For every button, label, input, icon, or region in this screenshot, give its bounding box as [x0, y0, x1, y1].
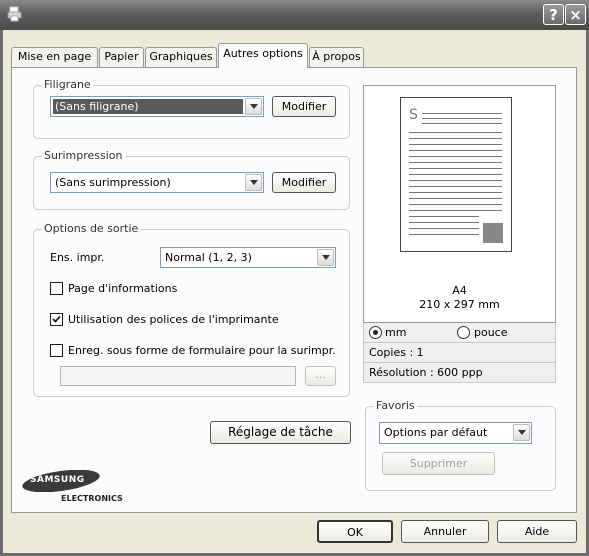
checkmark-icon — [52, 315, 61, 323]
job-settings-button[interactable]: Réglage de tâche — [210, 421, 351, 444]
unit-mm-radio[interactable] — [369, 326, 382, 339]
preview-line — [409, 138, 502, 139]
copies-text: Copies : 1 — [369, 346, 424, 359]
chevron-down-icon[interactable] — [245, 98, 262, 115]
info-page-checkbox[interactable] — [50, 282, 63, 295]
preview-line — [409, 156, 502, 157]
favorites-group: Favoris — [365, 399, 556, 491]
output-options-legend: Options de sortie — [42, 222, 141, 236]
favorites-legend: Favoris — [374, 399, 417, 413]
cancel-button[interactable]: Annuler — [401, 520, 489, 543]
preview-line — [409, 222, 479, 223]
unit-row: mm pouce — [363, 323, 556, 343]
preview-line — [409, 234, 479, 235]
preview-line — [409, 204, 502, 205]
preview-line — [409, 192, 502, 193]
preview-line — [422, 118, 502, 119]
preview-line — [422, 123, 502, 124]
preview-line — [409, 210, 502, 211]
radio-dot — [373, 330, 378, 335]
chevron-down-icon[interactable] — [317, 249, 334, 266]
logo-sub: ELECTRONICS — [61, 494, 123, 503]
preview-line — [422, 113, 502, 114]
preview-line — [409, 174, 502, 175]
chevron-down-icon[interactable] — [513, 424, 530, 441]
watermark-select[interactable]: (Sans filigrane) — [50, 96, 264, 117]
preview-line — [409, 144, 502, 145]
printer-fonts-checkbox[interactable] — [50, 313, 63, 326]
overlay-select-value: (Sans surimpression) — [55, 176, 171, 189]
paper-name: A4 — [452, 284, 467, 297]
overlay-select[interactable]: (Sans surimpression) — [50, 172, 264, 193]
preview-line — [409, 186, 502, 187]
favorites-select-value: Options par défaut — [384, 426, 488, 439]
preview-line — [409, 198, 502, 199]
preview-line — [409, 150, 502, 151]
preview-block — [483, 223, 503, 243]
ok-button[interactable]: OK — [317, 520, 393, 543]
preview-page-letter: S — [409, 107, 418, 123]
preview-line — [409, 228, 479, 229]
delete-favorite-button[interactable]: Supprimer — [382, 452, 495, 475]
printer-fonts-label: Utilisation des polices de l'imprimante — [68, 313, 279, 326]
preview-line — [409, 168, 502, 169]
paper-size: 210 x 297 mm — [419, 298, 500, 311]
resolution-text: Résolution : 600 ppp — [369, 366, 483, 379]
overlay-legend: Surimpression — [42, 149, 125, 163]
chevron-down-icon[interactable] — [245, 174, 262, 191]
watermark-legend: Filigrane — [42, 78, 93, 92]
favorites-select[interactable]: Options par défaut — [379, 422, 532, 444]
resolution-row: Résolution : 600 ppp — [363, 363, 556, 383]
save-form-label: Enreg. sous forme de formulaire pour la … — [68, 344, 336, 357]
samsung-logo: SAMSUNG ELECTRONICS — [21, 469, 123, 503]
copies-row: Copies : 1 — [363, 343, 556, 363]
form-path-input[interactable] — [60, 366, 296, 386]
preview-line — [409, 180, 502, 181]
unit-inch-label: pouce — [474, 326, 508, 339]
print-order-select[interactable]: Normal (1, 2, 3) — [160, 247, 336, 268]
logo-brand: SAMSUNG — [30, 475, 85, 485]
save-form-checkbox[interactable] — [50, 344, 63, 357]
help-button[interactable]: Aide — [497, 520, 577, 543]
page-preview: S A4 210 x 297 mm — [363, 85, 556, 323]
preview-page: S — [400, 97, 512, 252]
info-page-label: Page d'informations — [68, 282, 178, 295]
preview-line — [409, 132, 502, 133]
unit-mm-label: mm — [385, 326, 407, 339]
preview-line — [409, 162, 502, 163]
overlay-edit-button[interactable]: Modifier — [272, 172, 336, 193]
watermark-select-value: (Sans filigrane) — [53, 99, 243, 114]
print-order-label: Ens. impr. — [50, 251, 105, 264]
preview-line — [409, 216, 479, 217]
unit-inch-radio[interactable] — [457, 326, 470, 339]
browse-button[interactable]: ... — [305, 366, 336, 386]
watermark-edit-button[interactable]: Modifier — [272, 96, 336, 117]
print-order-select-value: Normal (1, 2, 3) — [165, 251, 252, 264]
